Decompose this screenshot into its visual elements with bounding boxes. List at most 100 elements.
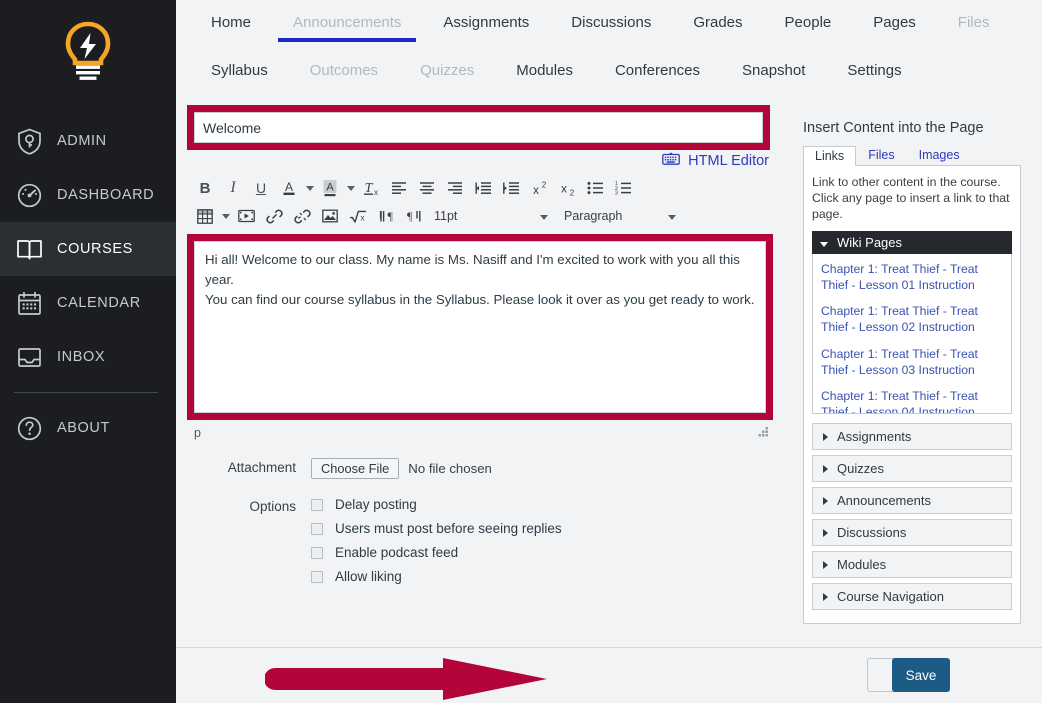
accordion-modules[interactable]: Modules — [812, 550, 1012, 578]
question-circle-icon — [14, 413, 44, 443]
bold-icon[interactable]: B — [191, 175, 219, 201]
bulleted-list-icon[interactable] — [581, 175, 609, 201]
option-delay-posting[interactable]: Delay posting — [311, 497, 773, 512]
accordion-quizzes[interactable]: Quizzes — [812, 454, 1012, 482]
tab-outcomes[interactable]: Outcomes — [289, 48, 399, 79]
element-path-indicator: p — [194, 426, 201, 440]
underline-icon[interactable]: U — [247, 175, 275, 201]
superscript-icon[interactable]: x 2 — [525, 175, 553, 201]
sidebar-item-label: COURSES — [57, 241, 133, 257]
svg-text:¶: ¶ — [407, 209, 413, 223]
sidebar-item-about[interactable]: ABOUT — [0, 401, 176, 455]
checkbox-delay-posting[interactable] — [311, 498, 323, 511]
tab-modules[interactable]: Modules — [495, 48, 594, 79]
text-color-icon[interactable]: A — [275, 175, 303, 201]
choose-file-button[interactable]: Choose File — [311, 458, 400, 479]
option-users-must-post[interactable]: Users must post before seeing replies — [311, 521, 773, 536]
outdent-icon[interactable] — [469, 175, 497, 201]
clear-formatting-icon[interactable]: T x — [357, 175, 385, 201]
checkbox-users-must-post[interactable] — [311, 522, 323, 535]
app-logo[interactable] — [0, 0, 176, 104]
link-icon[interactable] — [260, 203, 288, 229]
text-color-caret-icon[interactable] — [303, 175, 316, 201]
panel-body: Link to other content in the course. Cli… — [803, 165, 1021, 624]
accordion-label: Discussions — [837, 524, 907, 540]
panel-tab-files[interactable]: Files — [856, 145, 906, 165]
sidebar-divider — [14, 392, 158, 393]
tab-grades[interactable]: Grades — [672, 0, 763, 31]
speedometer-icon — [14, 180, 44, 210]
checkbox-allow-liking[interactable] — [311, 570, 323, 583]
paragraph-style-select[interactable]: Paragraph — [558, 203, 676, 229]
panel-tab-links[interactable]: Links — [803, 146, 857, 166]
wiki-page-link[interactable]: Chapter 1: Treat Thief - Treat Thief - L… — [821, 261, 1003, 293]
tab-conferences[interactable]: Conferences — [594, 48, 721, 79]
numbered-list-icon[interactable]: 123 — [609, 175, 637, 201]
math-icon[interactable]: x — [344, 203, 372, 229]
tab-people[interactable]: People — [764, 0, 853, 31]
highlight-color-caret-icon[interactable] — [344, 175, 357, 201]
accordion-announcements[interactable]: Announcements — [812, 486, 1012, 514]
sidebar-item-admin[interactable]: ADMIN — [0, 114, 176, 168]
wiki-page-link[interactable]: Chapter 1: Treat Thief - Treat Thief - L… — [821, 388, 1003, 413]
tab-files[interactable]: Files — [937, 0, 1011, 31]
checkbox-enable-podcast-feed[interactable] — [311, 546, 323, 559]
accordion-discussions[interactable]: Discussions — [812, 518, 1012, 546]
tab-quizzes[interactable]: Quizzes — [399, 48, 495, 79]
wiki-page-link[interactable]: Chapter 1: Treat Thief - Treat Thief - L… — [821, 346, 1003, 378]
align-center-icon[interactable] — [413, 175, 441, 201]
tab-assignments[interactable]: Assignments — [422, 0, 550, 31]
panel-tab-images[interactable]: Images — [907, 145, 972, 165]
tab-discussions[interactable]: Discussions — [550, 0, 672, 31]
rich-text-editor: HTML Editor B I U A A T x x 2 x 2 1 2 3 … — [187, 148, 773, 444]
align-right-icon[interactable] — [441, 175, 469, 201]
indent-icon[interactable] — [497, 175, 525, 201]
wiki-page-link[interactable]: Chapter 1: Treat Thief - Treat Thief - L… — [821, 303, 1003, 335]
tab-pages[interactable]: Pages — [852, 0, 937, 31]
unlink-icon[interactable] — [288, 203, 316, 229]
highlight-color-icon[interactable]: A — [316, 175, 344, 201]
annotation-arrow — [265, 658, 547, 700]
ltr-icon[interactable]: ¶ — [372, 203, 400, 229]
sidebar-item-inbox[interactable]: INBOX — [0, 330, 176, 384]
sidebar-item-courses[interactable]: COURSES — [0, 222, 176, 276]
attachment-row: Attachment Choose File No file chosen — [187, 458, 773, 479]
tab-announcements[interactable]: Announcements — [272, 0, 422, 42]
table-caret-icon[interactable] — [219, 203, 232, 229]
message-body-editor[interactable]: Hi all! Welcome to our class. My name is… — [194, 241, 766, 413]
wiki-pages-header[interactable]: Wiki Pages — [812, 230, 1012, 254]
tab-home[interactable]: Home — [190, 0, 272, 31]
accordion-label: Assignments — [837, 428, 912, 444]
italic-icon[interactable]: I — [219, 175, 247, 201]
font-size-select[interactable]: 11pt — [428, 203, 548, 229]
html-editor-toggle[interactable]: HTML Editor — [187, 148, 773, 174]
options-row: Options Delay posting Users must post be… — [187, 497, 773, 593]
table-icon[interactable] — [191, 203, 219, 229]
save-button[interactable]: Save — [892, 658, 950, 692]
tab-settings[interactable]: Settings — [826, 48, 922, 79]
main-content: Home Announcements Assignments Discussio… — [176, 0, 1042, 703]
chevron-down-icon — [820, 235, 828, 250]
sidebar-item-dashboard[interactable]: DASHBOARD — [0, 168, 176, 222]
tab-syllabus[interactable]: Syllabus — [190, 48, 289, 79]
resize-grip-icon[interactable] — [757, 426, 769, 441]
option-enable-podcast-feed[interactable]: Enable podcast feed — [311, 545, 773, 560]
chevron-right-icon — [823, 589, 828, 604]
accordion-course-navigation[interactable]: Course Navigation — [812, 582, 1012, 610]
image-icon[interactable] — [316, 203, 344, 229]
align-left-icon[interactable] — [385, 175, 413, 201]
accordion-assignments[interactable]: Assignments — [812, 422, 1012, 450]
insert-content-panel: Insert Content into the Page Links Files… — [803, 120, 1021, 624]
topic-title-input[interactable] — [194, 112, 763, 143]
file-input-control[interactable]: Choose File No file chosen — [311, 458, 773, 479]
tab-snapshot[interactable]: Snapshot — [721, 48, 826, 79]
accordion-label: Course Navigation — [837, 588, 944, 604]
sidebar-item-calendar[interactable]: CALENDAR — [0, 276, 176, 330]
media-icon[interactable] — [232, 203, 260, 229]
rtl-icon[interactable]: ¶ — [400, 203, 428, 229]
options-label: Options — [249, 499, 296, 514]
subscript-icon[interactable]: x 2 — [553, 175, 581, 201]
option-allow-liking[interactable]: Allow liking — [311, 569, 773, 584]
wiki-pages-list[interactable]: Chapter 1: Treat Thief - Treat Thief - L… — [812, 253, 1012, 414]
html-editor-label: HTML Editor — [688, 153, 769, 169]
